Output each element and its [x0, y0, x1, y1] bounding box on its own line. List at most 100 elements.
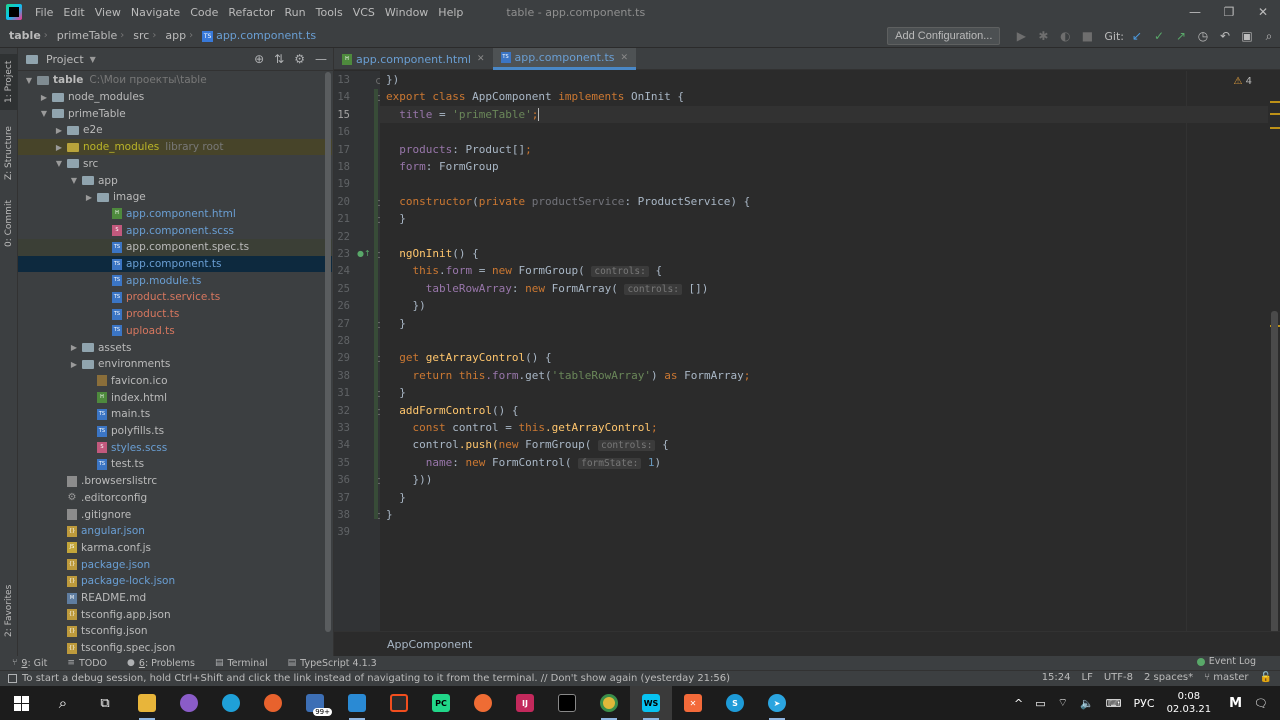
line-number[interactable]: 25 [334, 283, 350, 295]
warning-stripe[interactable] [1270, 127, 1280, 129]
tree-item[interactable]: {} package.json [18, 556, 332, 573]
tree-item[interactable]: TS test.ts [18, 456, 332, 473]
skype-icon[interactable]: S [714, 686, 756, 720]
chrome-icon[interactable] [588, 686, 630, 720]
menu-file[interactable]: File [30, 6, 58, 19]
tree-item[interactable]: {} tsconfig.spec.json [18, 640, 332, 656]
breadcrumb-src[interactable]: src [124, 29, 152, 42]
add-configuration-button[interactable]: Add Configuration... [887, 27, 1001, 45]
event-log-button[interactable]: Event Log [1196, 656, 1256, 667]
tool-tab-typescript[interactable]: ▤ TypeScript 4.1.3 [288, 658, 377, 669]
tree-item[interactable]: TS main.ts [18, 406, 332, 423]
tree-item[interactable]: TS upload.ts [18, 323, 332, 340]
chevron-right-icon[interactable]: ▶ [54, 126, 64, 135]
tree-item[interactable]: .browserslistrc [18, 473, 332, 490]
close-tab-icon[interactable]: ✕ [621, 53, 629, 63]
breadcrumb-primetable[interactable]: primeTable [48, 29, 121, 42]
stop-icon[interactable]: ■ [1076, 29, 1098, 43]
project-tool-tab[interactable]: 1: Project [0, 54, 18, 110]
structure-tool-tab[interactable]: Z: Structure [0, 122, 18, 184]
caret-position[interactable]: 15:24 [1042, 672, 1071, 683]
line-number[interactable]: 15 [334, 109, 350, 121]
menu-vcs[interactable]: VCS [348, 6, 380, 19]
git-push-icon[interactable]: ↗ [1170, 29, 1192, 43]
chevron-down-icon[interactable]: ▼ [69, 176, 79, 185]
line-number[interactable]: 18 [334, 161, 350, 173]
line-number[interactable]: 33 [334, 422, 350, 434]
clock[interactable]: 0:08 02.03.21 [1167, 690, 1212, 716]
tree-item[interactable]: ▶ image [18, 189, 332, 206]
minimize-icon[interactable]: — [1178, 0, 1212, 24]
tree-item[interactable]: TS polyfills.ts [18, 423, 332, 440]
app-tray-icon[interactable]: Ⅿ [1229, 696, 1242, 711]
line-number[interactable]: 34 [334, 439, 350, 451]
tree-item[interactable]: TS app.module.ts [18, 272, 332, 289]
line-number[interactable]: 35 [334, 457, 350, 469]
line-number[interactable]: 27 [334, 318, 350, 330]
warning-stripe[interactable] [1270, 101, 1280, 103]
favorites-tool-tab[interactable]: 2: Favorites [0, 576, 18, 646]
status-message[interactable]: To start a debug session, hold Ctrl+Shif… [8, 673, 730, 684]
branch-widget[interactable]: ⑂ master [1204, 672, 1248, 683]
tree-item[interactable]: Sapp.component.scss [18, 222, 332, 239]
firefox-icon[interactable] [252, 686, 294, 720]
menu-run[interactable]: Run [280, 6, 311, 19]
touch-keyboard-icon[interactable]: ⌨ [1106, 697, 1122, 710]
warning-stripe[interactable] [1270, 113, 1280, 115]
start-button[interactable] [0, 686, 42, 720]
menu-refactor[interactable]: Refactor [223, 6, 279, 19]
indent-setting[interactable]: 2 spaces* [1144, 672, 1193, 683]
line-number[interactable]: 14 [334, 91, 350, 103]
line-number[interactable]: 19 [334, 178, 350, 190]
collapse-all-icon[interactable]: ⇅ [274, 52, 284, 66]
line-number[interactable]: 23 [334, 248, 350, 260]
history-icon[interactable]: ◷ [1192, 29, 1214, 43]
breadcrumb-file[interactable]: TS app.component.ts [193, 29, 319, 42]
tree-item[interactable]: JS karma.conf.js [18, 540, 332, 557]
breadcrumb-app[interactable]: app [156, 29, 189, 42]
tab-app-component-html[interactable]: H app.component.html ✕ [334, 48, 493, 70]
tree-item[interactable]: ▶ node_modules library root [18, 138, 332, 156]
git-commit-icon[interactable]: ✓ [1148, 29, 1170, 43]
hide-icon[interactable]: — [315, 52, 327, 66]
line-number[interactable]: 39 [334, 526, 350, 538]
chevron-down-icon[interactable]: ▼ [39, 109, 49, 118]
pycharm-icon[interactable]: PC [420, 686, 462, 720]
run-icon[interactable]: ▶ [1010, 29, 1032, 43]
figma-icon[interactable] [378, 686, 420, 720]
tree-item[interactable]: TS product.ts [18, 306, 332, 323]
line-number[interactable]: 22 [334, 231, 350, 243]
volume-icon[interactable]: 🔈 [1080, 697, 1094, 710]
line-number[interactable]: 38 [334, 509, 350, 521]
display-icon[interactable]: ▭ [1035, 697, 1045, 710]
edge-icon[interactable] [210, 686, 252, 720]
line-number[interactable]: 16 [334, 126, 350, 138]
tab-app-component-ts[interactable]: TS app.component.ts ✕ [492, 48, 637, 70]
line-number[interactable]: 36 [334, 474, 350, 486]
notifications-icon[interactable]: 🗨 [1254, 697, 1268, 710]
tree-item[interactable]: {} angular.json [18, 523, 332, 540]
tree-item[interactable]: ▶ environments [18, 356, 332, 373]
line-number[interactable]: 32 [334, 405, 350, 417]
input-language[interactable]: РУС [1134, 697, 1155, 710]
gear-icon[interactable]: ⚙ [294, 52, 305, 66]
commit-tool-tab[interactable]: 0: Commit [0, 194, 18, 254]
chevron-down-icon[interactable]: ▼ [90, 55, 96, 64]
line-number[interactable]: 28 [334, 335, 350, 347]
intellij-icon[interactable]: IJ [504, 686, 546, 720]
tree-item[interactable]: TS app.component.spec.ts [18, 239, 332, 256]
github-desktop-icon[interactable] [168, 686, 210, 720]
tool-tab-terminal[interactable]: ▤ Terminal [215, 658, 268, 669]
tree-item[interactable]: ▼ table C:\Мои проекты\table [18, 72, 332, 89]
restore-icon[interactable]: ❐ [1212, 0, 1246, 24]
close-tab-icon[interactable]: ✕ [477, 54, 485, 64]
editor-scrollbar[interactable] [1268, 71, 1280, 691]
xampp-icon[interactable]: ✕ [672, 686, 714, 720]
line-number[interactable]: 38 [334, 370, 350, 382]
chevron-down-icon[interactable]: ▼ [24, 76, 34, 85]
locate-icon[interactable]: ⊕ [254, 52, 264, 66]
project-view-selector[interactable]: Project [46, 53, 84, 66]
tree-item[interactable]: ⚙ .editorconfig [18, 490, 332, 507]
chevron-right-icon[interactable]: ▶ [39, 93, 49, 102]
tree-item[interactable]: .gitignore [18, 506, 332, 523]
